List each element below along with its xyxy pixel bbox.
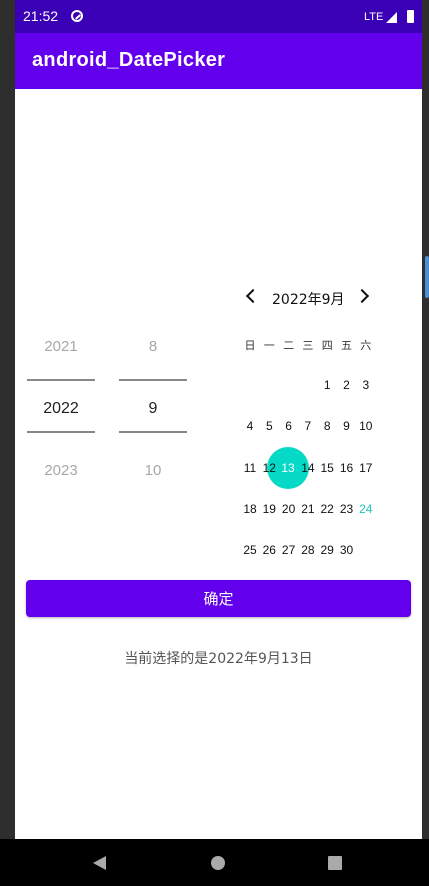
weekday-label: 一	[263, 339, 275, 352]
calendar-day[interactable]: 8	[317, 416, 337, 436]
calendar-day[interactable]: 3	[356, 375, 376, 395]
confirm-button[interactable]: 确定	[26, 580, 411, 617]
sync-icon	[71, 10, 83, 22]
picker-divider	[119, 431, 187, 433]
year-option-next[interactable]: 2023	[27, 462, 95, 479]
calendar-day[interactable]: 23	[337, 499, 357, 519]
calendar-day[interactable]: 22	[317, 499, 337, 519]
calendar-day[interactable]: 4	[240, 416, 260, 436]
year-option-prev[interactable]: 2021	[27, 338, 95, 355]
calendar-day[interactable]: 1	[317, 375, 337, 395]
calendar-day[interactable]: 30	[337, 540, 357, 554]
app-title: android_DatePicker	[32, 49, 226, 71]
calendar-day[interactable]: 15	[317, 458, 337, 478]
calendar-grid: 日一二三四五六123456789101112131415161718192021…	[240, 332, 380, 554]
weekday-label: 二	[283, 339, 295, 352]
year-selected[interactable]: 2022	[27, 400, 95, 418]
network-type: LTE	[364, 11, 384, 23]
calendar-day[interactable]: 5	[259, 416, 279, 436]
calendar-day[interactable]: 18	[240, 499, 260, 519]
chevron-left-icon[interactable]	[245, 288, 261, 304]
signal-icon	[386, 12, 397, 23]
calendar-header: 2022年9月	[240, 284, 380, 312]
weekday-label: 三	[302, 339, 314, 352]
month-option-next[interactable]: 10	[119, 462, 187, 479]
recent-apps-icon[interactable]	[328, 856, 342, 870]
calendar-day[interactable]: 20	[279, 499, 299, 519]
weekday-label: 日	[244, 339, 256, 352]
app-screen: 21:52 LTE android_DatePicker 2021 2022 2…	[15, 0, 422, 886]
status-time: 21:52	[23, 8, 59, 24]
calendar-day[interactable]: 17	[356, 458, 376, 478]
calendar-day[interactable]: 21	[298, 499, 318, 519]
chevron-right-icon[interactable]	[354, 288, 370, 304]
app-bar: android_DatePicker	[15, 33, 422, 89]
home-icon[interactable]	[211, 856, 225, 870]
calendar-day[interactable]: 27	[279, 540, 299, 554]
calendar-day[interactable]: 11	[240, 458, 260, 478]
edge-handle[interactable]	[425, 256, 429, 298]
weekday-label: 六	[360, 339, 372, 352]
navigation-bar	[0, 839, 429, 886]
battery-icon	[407, 10, 414, 23]
status-bar: 21:52 LTE	[15, 0, 422, 33]
month-option-prev[interactable]: 8	[119, 338, 187, 355]
picker-divider	[119, 379, 187, 381]
back-icon[interactable]	[93, 856, 106, 870]
calendar-day[interactable]: 28	[298, 540, 318, 554]
month-selected[interactable]: 9	[119, 400, 187, 418]
calendar-day[interactable]: 25	[240, 540, 260, 554]
weekday-label: 五	[341, 339, 352, 352]
calendar-day[interactable]: 26	[259, 540, 279, 554]
calendar-day[interactable]: 10	[356, 416, 376, 436]
calendar-day[interactable]: 7	[298, 416, 318, 436]
calendar-day[interactable]: 9	[337, 416, 357, 436]
selected-date-text: 当前选择的是2022年9月13日	[124, 651, 313, 667]
calendar-day[interactable]: 2	[337, 375, 357, 395]
calendar-day[interactable]: 6	[279, 416, 299, 436]
weekday-label: 四	[321, 339, 333, 352]
calendar-day[interactable]: 19	[259, 499, 279, 519]
calendar-month-title: 2022年9月	[272, 292, 345, 308]
selected-day[interactable]: 13	[267, 447, 309, 489]
picker-divider	[27, 431, 95, 433]
calendar-day[interactable]: 16	[337, 458, 357, 478]
calendar-day[interactable]: 29	[317, 540, 337, 554]
calendar-day[interactable]: 24	[356, 499, 376, 519]
picker-divider	[27, 379, 95, 381]
